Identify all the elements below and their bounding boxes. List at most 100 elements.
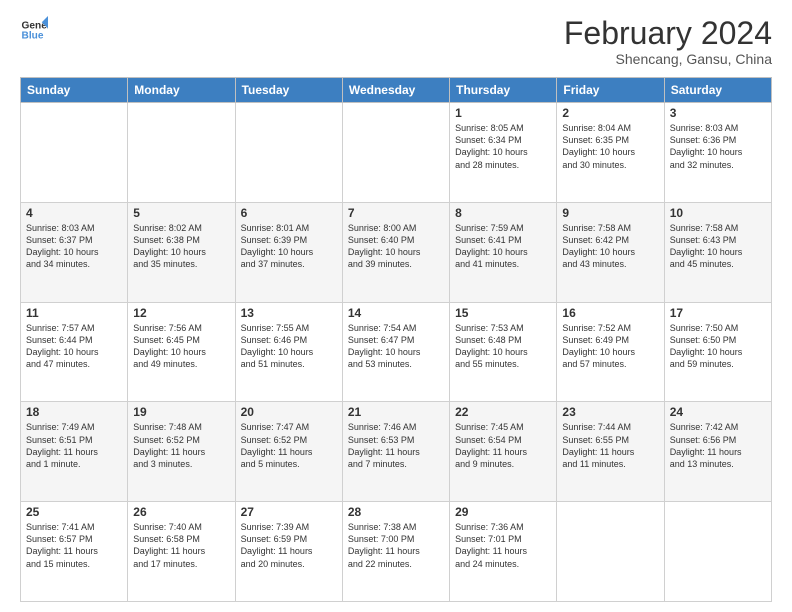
day-number: 1	[455, 106, 551, 120]
calendar-cell	[342, 103, 449, 203]
weekday-thursday: Thursday	[450, 78, 557, 103]
calendar-cell	[128, 103, 235, 203]
day-number: 26	[133, 505, 229, 519]
day-info: Sunrise: 7:46 AM Sunset: 6:53 PM Dayligh…	[348, 421, 444, 470]
day-number: 2	[562, 106, 658, 120]
day-number: 13	[241, 306, 337, 320]
calendar-cell: 22Sunrise: 7:45 AM Sunset: 6:54 PM Dayli…	[450, 402, 557, 502]
calendar-cell: 6 Sunrise: 8:01 AM Sunset: 6:39 PM Daylig…	[235, 202, 342, 302]
day-info: Sunrise: 7:41 AM Sunset: 6:57 PM Dayligh…	[26, 521, 122, 570]
calendar-cell	[21, 103, 128, 203]
day-number: 28	[348, 505, 444, 519]
calendar-cell: 25Sunrise: 7:41 AM Sunset: 6:57 PM Dayli…	[21, 502, 128, 602]
day-number: 14	[348, 306, 444, 320]
day-info: Sunrise: 8:03 AM Sunset: 6:36 PM Dayligh…	[670, 122, 766, 171]
day-number: 7	[348, 206, 444, 220]
week-row-5: 25Sunrise: 7:41 AM Sunset: 6:57 PM Dayli…	[21, 502, 772, 602]
day-number: 15	[455, 306, 551, 320]
calendar-table: SundayMondayTuesdayWednesdayThursdayFrid…	[20, 77, 772, 602]
day-info: Sunrise: 7:38 AM Sunset: 7:00 PM Dayligh…	[348, 521, 444, 570]
calendar-cell: 13Sunrise: 7:55 AM Sunset: 6:46 PM Dayli…	[235, 302, 342, 402]
week-row-3: 11Sunrise: 7:57 AM Sunset: 6:44 PM Dayli…	[21, 302, 772, 402]
day-number: 16	[562, 306, 658, 320]
day-info: Sunrise: 8:02 AM Sunset: 6:38 PM Dayligh…	[133, 222, 229, 271]
day-number: 6	[241, 206, 337, 220]
day-info: Sunrise: 7:50 AM Sunset: 6:50 PM Dayligh…	[670, 322, 766, 371]
weekday-wednesday: Wednesday	[342, 78, 449, 103]
day-info: Sunrise: 8:01 AM Sunset: 6:39 PM Dayligh…	[241, 222, 337, 271]
calendar-cell	[557, 502, 664, 602]
week-row-4: 18 Sunrise: 7:49 AM Sunset: 6:51 PM Dayli…	[21, 402, 772, 502]
day-number: 8	[455, 206, 551, 220]
calendar-cell: 9 Sunrise: 7:58 AM Sunset: 6:42 PM Daylig…	[557, 202, 664, 302]
calendar-cell: 23Sunrise: 7:44 AM Sunset: 6:55 PM Dayli…	[557, 402, 664, 502]
weekday-sunday: Sunday	[21, 78, 128, 103]
day-info: Sunrise: 7:53 AM Sunset: 6:48 PM Dayligh…	[455, 322, 551, 371]
day-info: Sunrise: 7:56 AM Sunset: 6:45 PM Dayligh…	[133, 322, 229, 371]
day-info: Sunrise: 7:52 AM Sunset: 6:49 PM Dayligh…	[562, 322, 658, 371]
day-info: Sunrise: 7:40 AM Sunset: 6:58 PM Dayligh…	[133, 521, 229, 570]
svg-text:Blue: Blue	[22, 31, 44, 42]
day-number: 21	[348, 405, 444, 419]
day-number: 11	[26, 306, 122, 320]
calendar-cell: 28 Sunrise: 7:38 AM Sunset: 7:00 PM Dayli…	[342, 502, 449, 602]
day-info: Sunrise: 7:58 AM Sunset: 6:42 PM Dayligh…	[562, 222, 658, 271]
day-number: 10	[670, 206, 766, 220]
day-number: 20	[241, 405, 337, 419]
day-info: Sunrise: 7:36 AM Sunset: 7:01 PM Dayligh…	[455, 521, 551, 570]
weekday-header: SundayMondayTuesdayWednesdayThursdayFrid…	[21, 78, 772, 103]
header: General Blue February 2024 Shencang, Gan…	[20, 16, 772, 67]
calendar-cell: 15 Sunrise: 7:53 AM Sunset: 6:48 PM Dayli…	[450, 302, 557, 402]
title-block: February 2024 Shencang, Gansu, China	[564, 16, 772, 67]
day-info: Sunrise: 8:04 AM Sunset: 6:35 PM Dayligh…	[562, 122, 658, 171]
day-info: Sunrise: 8:05 AM Sunset: 6:34 PM Dayligh…	[455, 122, 551, 171]
weekday-tuesday: Tuesday	[235, 78, 342, 103]
logo-icon: General Blue	[20, 16, 48, 44]
calendar-cell: 10 Sunrise: 7:58 AM Sunset: 6:43 PM Dayli…	[664, 202, 771, 302]
day-number: 22	[455, 405, 551, 419]
calendar-cell: 21 Sunrise: 7:46 AM Sunset: 6:53 PM Dayli…	[342, 402, 449, 502]
calendar-cell: 7 Sunrise: 8:00 AM Sunset: 6:40 PM Daylig…	[342, 202, 449, 302]
calendar-cell	[235, 103, 342, 203]
day-info: Sunrise: 7:44 AM Sunset: 6:55 PM Dayligh…	[562, 421, 658, 470]
calendar-cell	[664, 502, 771, 602]
calendar-cell: 5Sunrise: 8:02 AM Sunset: 6:38 PM Daylig…	[128, 202, 235, 302]
day-info: Sunrise: 8:03 AM Sunset: 6:37 PM Dayligh…	[26, 222, 122, 271]
calendar-cell: 19 Sunrise: 7:48 AM Sunset: 6:52 PM Dayli…	[128, 402, 235, 502]
weekday-friday: Friday	[557, 78, 664, 103]
calendar-cell: 8 Sunrise: 7:59 AM Sunset: 6:41 PM Daylig…	[450, 202, 557, 302]
calendar-cell: 4 Sunrise: 8:03 AM Sunset: 6:37 PM Daylig…	[21, 202, 128, 302]
day-number: 9	[562, 206, 658, 220]
calendar-cell: 26 Sunrise: 7:40 AM Sunset: 6:58 PM Dayli…	[128, 502, 235, 602]
day-number: 29	[455, 505, 551, 519]
page: General Blue February 2024 Shencang, Gan…	[0, 0, 792, 612]
calendar-cell: 11Sunrise: 7:57 AM Sunset: 6:44 PM Dayli…	[21, 302, 128, 402]
day-info: Sunrise: 7:58 AM Sunset: 6:43 PM Dayligh…	[670, 222, 766, 271]
week-row-2: 4 Sunrise: 8:03 AM Sunset: 6:37 PM Daylig…	[21, 202, 772, 302]
day-number: 19	[133, 405, 229, 419]
day-info: Sunrise: 7:49 AM Sunset: 6:51 PM Dayligh…	[26, 421, 122, 470]
day-number: 4	[26, 206, 122, 220]
weekday-monday: Monday	[128, 78, 235, 103]
day-number: 24	[670, 405, 766, 419]
day-info: Sunrise: 7:42 AM Sunset: 6:56 PM Dayligh…	[670, 421, 766, 470]
calendar-cell: 1 Sunrise: 8:05 AM Sunset: 6:34 PM Daylig…	[450, 103, 557, 203]
day-number: 3	[670, 106, 766, 120]
calendar-cell: 27Sunrise: 7:39 AM Sunset: 6:59 PM Dayli…	[235, 502, 342, 602]
logo: General Blue	[20, 16, 48, 44]
calendar-cell: 18 Sunrise: 7:49 AM Sunset: 6:51 PM Dayli…	[21, 402, 128, 502]
calendar-cell: 17 Sunrise: 7:50 AM Sunset: 6:50 PM Dayli…	[664, 302, 771, 402]
calendar-cell: 16 Sunrise: 7:52 AM Sunset: 6:49 PM Dayli…	[557, 302, 664, 402]
day-info: Sunrise: 7:47 AM Sunset: 6:52 PM Dayligh…	[241, 421, 337, 470]
day-info: Sunrise: 7:48 AM Sunset: 6:52 PM Dayligh…	[133, 421, 229, 470]
day-info: Sunrise: 7:39 AM Sunset: 6:59 PM Dayligh…	[241, 521, 337, 570]
calendar-cell: 12Sunrise: 7:56 AM Sunset: 6:45 PM Dayli…	[128, 302, 235, 402]
day-info: Sunrise: 7:59 AM Sunset: 6:41 PM Dayligh…	[455, 222, 551, 271]
day-info: Sunrise: 7:54 AM Sunset: 6:47 PM Dayligh…	[348, 322, 444, 371]
week-row-1: 1 Sunrise: 8:05 AM Sunset: 6:34 PM Daylig…	[21, 103, 772, 203]
day-number: 18	[26, 405, 122, 419]
day-info: Sunrise: 8:00 AM Sunset: 6:40 PM Dayligh…	[348, 222, 444, 271]
day-number: 17	[670, 306, 766, 320]
calendar-cell: 24 Sunrise: 7:42 AM Sunset: 6:56 PM Dayli…	[664, 402, 771, 502]
calendar-cell: 2 Sunrise: 8:04 AM Sunset: 6:35 PM Daylig…	[557, 103, 664, 203]
